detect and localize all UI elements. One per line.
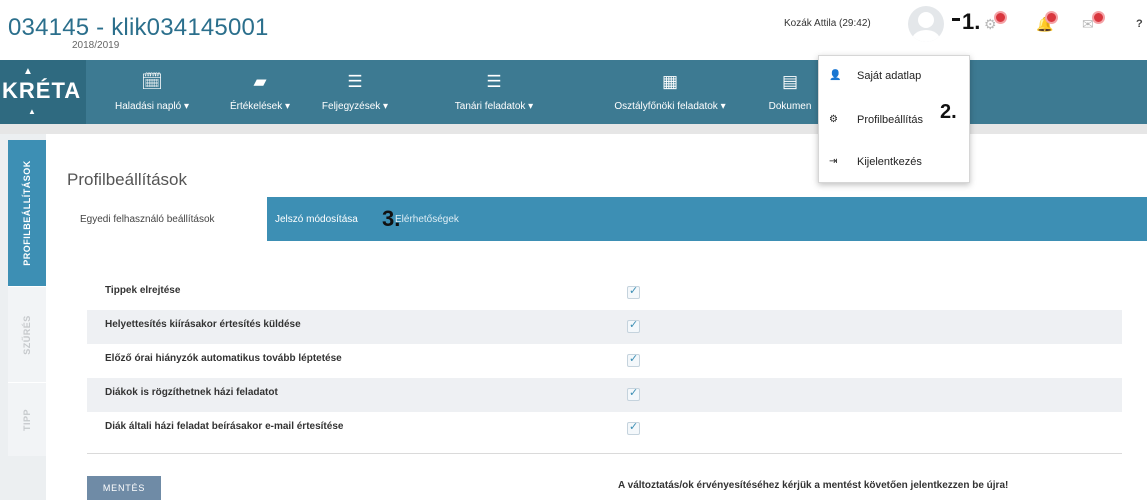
- avatar-head: [918, 12, 934, 28]
- list-icon: ☰: [347, 72, 363, 91]
- help-icon[interactable]: ?: [1136, 18, 1143, 30]
- page-title: Profilbeállítások: [67, 170, 188, 189]
- nav-label: Haladási napló ▾: [115, 101, 189, 112]
- setting-label: Tippek elrejtése: [105, 285, 181, 296]
- setting-row: Helyettesítés kiírásakor értesítés küldé…: [87, 310, 1122, 344]
- settings-divider: [87, 453, 1122, 454]
- sidetab-label: TIPP: [22, 408, 32, 431]
- nav-osztalyfonoki-feladatok[interactable]: ▦ Osztályfőnöki feladatok ▾: [585, 60, 755, 124]
- nav-feljegyzesek[interactable]: ☰ Feljegyzések ▾: [310, 60, 400, 124]
- school-year: 2018/2019: [72, 40, 120, 51]
- nav-haladasi-naplo[interactable]: 🗓 Haladási napló ▾: [93, 60, 211, 124]
- check-icon: ✓: [629, 319, 639, 331]
- envelope-badge: [1092, 11, 1105, 24]
- header: 034145 - klik034145001 2018/2019 Kozák A…: [0, 0, 1147, 60]
- nav-dokumentumok[interactable]: ▤ Dokumen: [760, 60, 820, 124]
- setting-checkbox[interactable]: ✓: [627, 285, 640, 299]
- main-navbar: ▲ KRÉTA ▲ 🗓 Haladási napló ▾ ▰ Értékelés…: [0, 60, 1147, 124]
- user-name-session[interactable]: Kozák Attila (29:42): [784, 18, 871, 29]
- nav-shadow-strip: [0, 124, 1147, 134]
- avatar-body: [912, 30, 940, 42]
- setting-label: Diák általi házi feladat beírásakor e-ma…: [105, 421, 344, 432]
- kreta-logo[interactable]: ▲ KRÉTA ▲: [0, 60, 86, 124]
- notebook-icon: ▰: [253, 72, 267, 91]
- nav-tanari-feladatok[interactable]: ☰ Tanári feladatok ▾: [414, 60, 574, 124]
- relogin-notice: A változtatás/ok érvényesítéséhez kérjük…: [618, 480, 1009, 491]
- nav-label: Dokumen: [768, 101, 812, 112]
- tab-jelszo-modositasa[interactable]: Jelszó módosítása: [275, 214, 358, 225]
- sidetab-profilbeallitasok[interactable]: PROFILBEÁLLÍTÁSOK: [8, 140, 46, 286]
- setting-checkbox[interactable]: ✓: [627, 387, 640, 401]
- setting-label: Diákok is rögzíthetnek házi feladatot: [105, 387, 278, 398]
- app-title: 034145 - klik034145001: [8, 14, 269, 41]
- gear-icon: ⚙: [829, 114, 838, 125]
- setting-checkbox[interactable]: ✓: [627, 421, 640, 435]
- setting-checkbox[interactable]: ✓: [627, 319, 640, 333]
- gear-badge: [994, 11, 1007, 24]
- setting-row: Előző órai hiányzók automatikus tovább l…: [87, 344, 1122, 378]
- tab-elerhetosegek[interactable]: Elérhetőségek: [395, 214, 459, 225]
- menu-item-sajat-adatlap[interactable]: 👤 Saját adatlap: [819, 62, 971, 92]
- sidetab-label: PROFILBEÁLLÍTÁSOK: [22, 160, 32, 266]
- save-button[interactable]: MENTÉS: [87, 476, 161, 500]
- nav-label: Feljegyzések ▾: [321, 101, 389, 112]
- sidetab-szures[interactable]: SZŰRÉS: [8, 286, 46, 382]
- menu-item-kijelentkezes[interactable]: ⇥ Kijelentkezés: [819, 148, 971, 178]
- check-icon: ✓: [629, 387, 639, 399]
- bell-badge: [1045, 11, 1058, 24]
- menu-item-label: Profilbeállítás: [857, 114, 924, 126]
- nav-ertekelesek[interactable]: ▰ Értékelések ▾: [220, 60, 300, 124]
- nav-label: Osztályfőnöki feladatok ▾: [614, 101, 726, 112]
- setting-checkbox[interactable]: ✓: [627, 353, 640, 367]
- tab-bar: Egyedi felhasználó beállítások Jelszó mó…: [67, 197, 1147, 241]
- tab-egyedi-felhasznalo-beallitasok[interactable]: Egyedi felhasználó beállítások: [80, 214, 215, 225]
- check-icon: ✓: [629, 421, 639, 433]
- nav-label: Tanári feladatok ▾: [454, 101, 534, 112]
- side-tabs: PROFILBEÁLLÍTÁSOK SZŰRÉS TIPP: [0, 134, 46, 500]
- step-dash: [952, 18, 960, 21]
- user-avatar[interactable]: [908, 6, 944, 42]
- calendar-check-icon: 🗓: [141, 72, 163, 91]
- check-icon: ✓: [629, 285, 639, 297]
- sign-out-icon: ⇥: [829, 156, 838, 167]
- check-icon: ✓: [629, 353, 639, 365]
- setting-label: Előző órai hiányzók automatikus tovább l…: [105, 353, 342, 364]
- sidetab-label: SZŰRÉS: [22, 314, 32, 355]
- setting-row: Tippek elrejtése ✓: [87, 276, 1122, 310]
- logo-text: KRÉTA: [2, 78, 82, 103]
- menu-item-label: Saját adatlap: [857, 70, 922, 82]
- nav-label: Értékelések ▾: [229, 101, 291, 112]
- logo-foot-icon: ▲: [28, 107, 36, 116]
- menu-item-label: Kijelentkezés: [857, 156, 922, 168]
- logo-crown-icon: ▲: [23, 66, 33, 77]
- sidetab-tipp[interactable]: TIPP: [8, 382, 46, 456]
- setting-row: Diákok is rögzíthetnek házi feladatot ✓: [87, 378, 1122, 412]
- list-icon: ☰: [486, 72, 502, 91]
- grid-icon: ▦: [661, 72, 679, 91]
- setting-row: Diák általi házi feladat beírásakor e-ma…: [87, 412, 1122, 446]
- step-3-label: 3.: [382, 206, 401, 231]
- setting-label: Helyettesítés kiírásakor értesítés küldé…: [105, 319, 301, 330]
- step-2-label: 2.: [940, 101, 957, 123]
- step-1-label: 1.: [962, 9, 981, 34]
- document-icon: ▤: [781, 72, 799, 91]
- user-icon: 👤: [829, 70, 842, 81]
